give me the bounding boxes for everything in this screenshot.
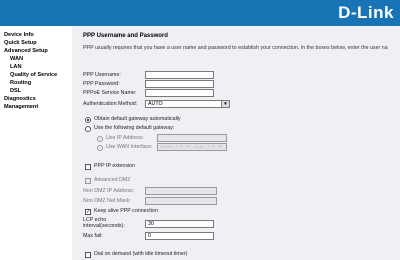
advanced-dmz-checkbox[interactable] (85, 178, 91, 184)
dial-on-demand-label: Dial on demand (with idle timeout timer) (94, 251, 188, 257)
non-dmz-netmask-label: Non DMZ Net Mask: (83, 198, 131, 204)
dlink-logo: D-Link (338, 3, 394, 22)
nav-advanced-setup[interactable]: Advanced Setup (4, 48, 48, 55)
nav-quick-setup[interactable]: Quick Setup (4, 40, 37, 47)
keep-alive-label: Keep alive PPP connection (94, 208, 158, 214)
nav-wan[interactable]: WAN (10, 56, 23, 63)
max-fail-input[interactable]: 0 (145, 232, 214, 240)
nav-routing[interactable]: Routing (10, 80, 31, 87)
nav-dsl[interactable]: DSL (10, 88, 21, 95)
use-wan-interface-label: Use WAN Interface: (106, 144, 153, 150)
auth-method-value: AUTO (148, 101, 163, 107)
pppoe-service-name-label: PPPoE Service Name: (83, 90, 137, 96)
sidebar: Device Info Quick Setup Advanced Setup W… (0, 26, 72, 260)
non-dmz-ip-input[interactable] (145, 187, 217, 195)
ppp-ip-extension-checkbox[interactable] (85, 164, 91, 170)
lcp-echo-interval-input[interactable]: 30 (145, 220, 214, 228)
auth-method-select[interactable]: AUTO ▼ (145, 100, 230, 108)
gateway-ip-input[interactable] (157, 134, 227, 142)
dial-on-demand-checkbox[interactable] (85, 252, 91, 258)
gateway-auto-radio[interactable] (85, 117, 91, 123)
ppp-password-label: PPP Password: (83, 81, 120, 87)
nav-device-info[interactable]: Device Info (4, 32, 34, 39)
ppp-username-label: PPP Username: (83, 72, 121, 78)
chevron-down-icon: ▼ (221, 101, 229, 107)
nav-quality-of-service[interactable]: Quality of Service (10, 72, 57, 79)
pppoe-service-name-input[interactable] (145, 89, 214, 97)
advanced-dmz-label: Advanced DMZ (94, 177, 131, 183)
use-wan-interface-radio[interactable] (97, 145, 103, 151)
nav-diagnostics[interactable]: Diagnostics (4, 96, 36, 103)
gateway-manual-label: Use the following default gateway: (94, 125, 175, 131)
gateway-manual-radio[interactable] (85, 126, 91, 132)
wan-interface-select[interactable]: pppoe_0_0_35_1/ppp_0_0_35_1 (157, 143, 227, 151)
ppp-username-input[interactable] (145, 71, 214, 79)
nav-lan[interactable]: LAN (10, 64, 22, 71)
page-title: PPP Username and Password (83, 33, 168, 39)
page-description: PPP usually requires that you have a use… (83, 45, 388, 51)
max-fail-label: Max fail: (83, 233, 103, 239)
auth-method-label: Authentication Method: (83, 101, 138, 107)
nav-management[interactable]: Management (4, 104, 38, 111)
use-ip-address-label: Use IP Address: (106, 135, 144, 141)
ppp-ip-extension-label: PPP IP extension (94, 163, 136, 169)
gateway-auto-label: Obtain default gateway automatically (94, 116, 181, 122)
header-bar: D-Link (0, 0, 400, 26)
main-content: PPP Username and Password PPP usually re… (72, 26, 400, 260)
keep-alive-checkbox[interactable]: ✓ (85, 209, 91, 215)
non-dmz-netmask-input[interactable] (145, 197, 217, 205)
non-dmz-ip-label: Non DMZ IP Address: (83, 188, 135, 194)
use-ip-address-radio[interactable] (97, 136, 103, 142)
lcp-echo-label-line2: interval(seconds): (83, 223, 125, 229)
ppp-password-input[interactable] (145, 80, 214, 88)
